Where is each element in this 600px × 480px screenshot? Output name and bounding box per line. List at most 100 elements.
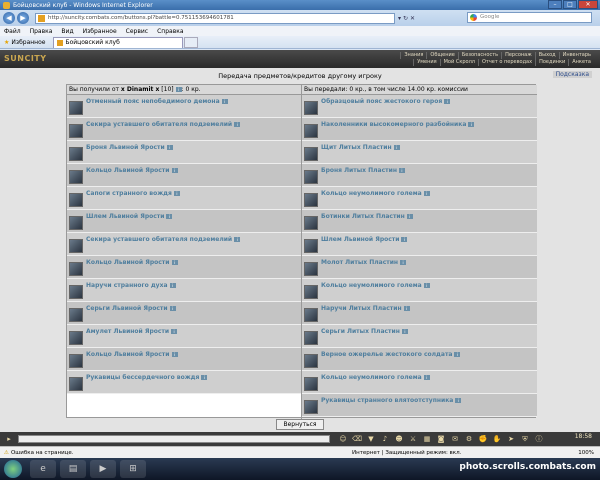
clear-icon[interactable]: ⌫ <box>352 434 362 444</box>
item-image[interactable] <box>304 124 318 138</box>
scroll-icon[interactable]: ✉ <box>450 434 460 444</box>
item-name[interactable]: Кольцо Львиной Ярости <box>86 167 170 174</box>
item-image[interactable] <box>304 285 318 299</box>
item-name[interactable]: Наколенники высокомерного разбойника <box>321 121 466 128</box>
game-menu-item[interactable]: Поединки <box>535 59 568 66</box>
guard-icon[interactable]: ⛨ <box>520 434 530 444</box>
item-name[interactable]: Верное ожерелье жестокого солдата <box>321 351 452 358</box>
item-name[interactable]: Серьги Львиной Ярости <box>86 305 168 312</box>
item-info-icon[interactable]: i <box>406 213 413 219</box>
item-image[interactable] <box>304 354 318 368</box>
item-info-icon[interactable]: i <box>401 236 408 242</box>
item-name[interactable]: Серьги Литых Пластин <box>321 328 400 335</box>
item-info-icon[interactable]: i <box>166 213 173 219</box>
run-icon[interactable]: ➤ <box>506 434 516 444</box>
ie-taskbar-icon[interactable]: e <box>30 460 56 478</box>
map-icon[interactable]: ▦ <box>422 434 432 444</box>
item-name[interactable]: Кольцо Львиной Ярости <box>86 259 170 266</box>
chat-icon[interactable]: ▸ <box>4 434 14 444</box>
item-name[interactable]: Наручи Литых Пластин <box>321 305 402 312</box>
item-name[interactable]: Рукавицы бессердечного вождя <box>86 374 199 381</box>
item-image[interactable] <box>69 239 83 253</box>
return-button[interactable]: Вернуться <box>276 419 324 430</box>
item-image[interactable] <box>69 285 83 299</box>
item-image[interactable] <box>69 377 83 391</box>
game-menu-item[interactable]: Знания <box>400 52 426 59</box>
item-info-icon[interactable]: i <box>221 98 228 104</box>
item-image[interactable] <box>304 262 318 276</box>
favorites-button[interactable]: Избранное <box>11 39 45 46</box>
item-info-icon[interactable]: i <box>423 190 430 196</box>
item-name[interactable]: Рукавицы странного влятоотступника <box>321 397 453 404</box>
game-menu-item[interactable]: Анкета <box>568 59 594 66</box>
item-image[interactable] <box>69 216 83 230</box>
hand-icon[interactable]: ✋ <box>492 434 502 444</box>
player-name[interactable]: x Dinamit x <box>121 86 159 93</box>
fight-icon[interactable]: ⚔ <box>408 434 418 444</box>
item-image[interactable] <box>304 400 318 414</box>
item-info-icon[interactable]: i <box>171 259 178 265</box>
item-info-icon[interactable]: i <box>400 259 407 265</box>
item-name[interactable]: Секира уставшего обитателя подземелий <box>86 121 232 128</box>
menu-tools[interactable]: Сервис <box>126 28 148 35</box>
maximize-button[interactable]: □ <box>563 0 577 9</box>
item-info-icon[interactable]: i <box>468 121 475 127</box>
item-image[interactable] <box>69 147 83 161</box>
chat-input[interactable] <box>18 435 330 443</box>
game-menu-item[interactable]: Выход <box>534 52 559 59</box>
menu-edit[interactable]: Правка <box>30 28 53 35</box>
browser-tab[interactable]: Бойцовский клуб <box>53 36 184 48</box>
bag-icon[interactable]: ◙ <box>436 434 446 444</box>
game-menu-item[interactable]: Отчет о переводах <box>477 59 535 66</box>
warning-icon[interactable]: ⚠ <box>4 450 9 456</box>
item-name[interactable]: Амулет Львиной Ярости <box>86 328 169 335</box>
item-info-icon[interactable]: i <box>401 328 408 334</box>
game-menu-item[interactable]: Инвентарь <box>558 52 594 59</box>
item-info-icon[interactable]: i <box>234 121 241 127</box>
search-input[interactable]: Google <box>467 12 592 23</box>
item-name[interactable]: Шлем Львиной Ярости <box>321 236 399 243</box>
item-image[interactable] <box>304 308 318 322</box>
filter-icon[interactable]: ▼ <box>366 434 376 444</box>
item-name[interactable]: Щит Литых Пластин <box>321 144 392 151</box>
item-image[interactable] <box>304 101 318 115</box>
item-name[interactable]: Молот Литых Пластин <box>321 259 398 266</box>
fist-icon[interactable]: ✊ <box>478 434 488 444</box>
url-field[interactable]: http://suncity.combats.com/buttons.pl?ba… <box>35 12 395 24</box>
zoom-level[interactable]: 100% <box>578 450 594 456</box>
item-name[interactable]: Наручи странного духа <box>86 282 168 289</box>
forward-button[interactable]: ▶ <box>17 12 29 24</box>
item-name[interactable]: Кольцо неумолимого голема <box>321 282 422 289</box>
item-info-icon[interactable]: i <box>171 167 178 173</box>
item-info-icon[interactable]: i <box>201 374 208 380</box>
item-name[interactable]: Отменный пояс непобедимого демона <box>86 98 220 105</box>
item-name[interactable]: Образцовый пояс жестокого героя <box>321 98 442 105</box>
windows-taskbar-icon[interactable]: ⊞ <box>120 460 146 478</box>
stop-icon[interactable]: ✕ <box>410 15 415 22</box>
menu-help[interactable]: Справка <box>157 28 183 35</box>
item-info-icon[interactable]: i <box>173 190 180 196</box>
item-info-icon[interactable]: i <box>454 351 461 357</box>
item-name[interactable]: Шлем Львиной Ярости <box>86 213 164 220</box>
item-info-icon[interactable]: i <box>444 98 451 104</box>
item-info-icon[interactable]: i <box>398 167 405 173</box>
info-icon[interactable]: ⓘ <box>534 434 544 444</box>
game-menu-item[interactable]: Мой Скролл <box>439 59 478 66</box>
item-image[interactable] <box>69 331 83 345</box>
item-image[interactable] <box>304 331 318 345</box>
folder-taskbar-icon[interactable]: ▤ <box>60 460 86 478</box>
item-info-icon[interactable]: i <box>423 282 430 288</box>
item-name[interactable]: Броня Львиной Ярости <box>86 144 165 151</box>
item-image[interactable] <box>69 308 83 322</box>
item-image[interactable] <box>304 170 318 184</box>
smile-icon[interactable]: ☺ <box>338 434 348 444</box>
menu-view[interactable]: Вид <box>61 28 73 35</box>
item-info-icon[interactable]: i <box>234 236 241 242</box>
item-info-icon[interactable]: i <box>423 374 430 380</box>
item-image[interactable] <box>304 216 318 230</box>
start-button[interactable] <box>4 460 22 478</box>
minimize-button[interactable]: – <box>548 0 562 9</box>
item-image[interactable] <box>69 354 83 368</box>
item-image[interactable] <box>304 239 318 253</box>
item-image[interactable] <box>304 193 318 207</box>
